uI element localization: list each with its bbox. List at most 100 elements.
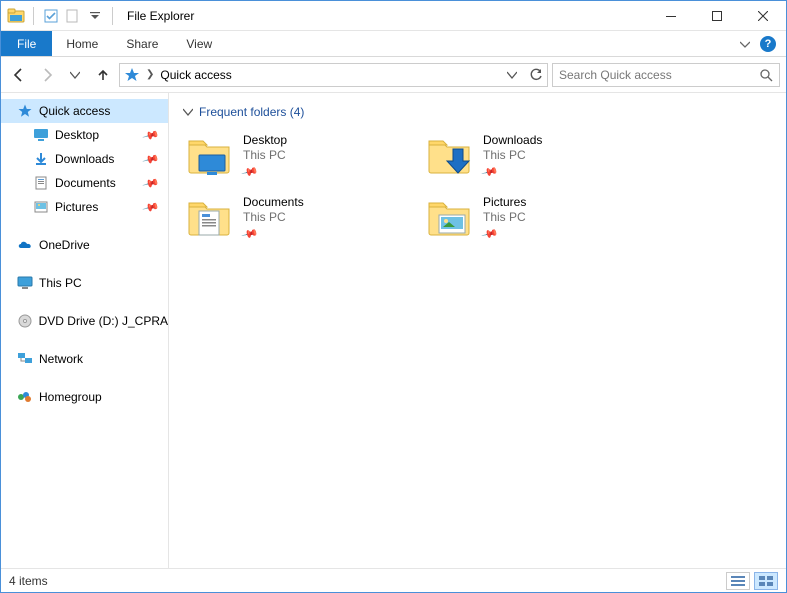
back-button[interactable] [7,63,31,87]
pictures-icon [33,199,49,215]
qat-properties-icon[interactable] [42,7,60,25]
sidebar-item-quick-access[interactable]: Quick access [1,99,168,123]
tile-name: Documents [243,195,304,209]
dvd-icon [17,313,33,329]
navigation-bar: ❯ Quick access Search Quick access [1,57,786,93]
qat-newfolder-icon[interactable] [64,7,82,25]
quick-access-star-icon [124,67,140,83]
pin-icon: 📌 [142,126,160,144]
sidebar-item-label: Downloads [55,152,114,166]
quick-access-toolbar: File Explorer [1,7,194,25]
pin-icon: 📌 [481,225,498,242]
help-icon[interactable]: ? [760,36,776,52]
folder-tile-downloads[interactable]: Downloads This PC 📌 [423,129,663,191]
sidebar-item-label: Homegroup [39,390,102,404]
file-explorer-window: File Explorer File Home Share View ? ❯ Q… [0,0,787,593]
chevron-right-icon[interactable]: ❯ [146,69,154,80]
recent-locations-button[interactable] [63,63,87,87]
star-icon [17,103,33,119]
folder-pictures-icon [425,193,473,241]
sidebar-item-label: Network [39,352,83,366]
maximize-button[interactable] [694,1,740,30]
ribbon-collapse-icon[interactable] [740,39,750,49]
network-icon [17,351,33,367]
sidebar-item-label: OneDrive [39,238,90,252]
view-large-icons-button[interactable] [754,572,778,590]
folder-tile-desktop[interactable]: Desktop This PC 📌 [183,129,423,191]
navigation-pane: Quick access Desktop 📌 Downloads 📌 Docum… [1,93,169,568]
sidebar-item-label: Pictures [55,200,98,214]
tile-sub: This PC [243,148,287,162]
folder-tile-documents[interactable]: Documents This PC 📌 [183,191,423,253]
search-icon [759,68,773,82]
pin-icon: 📌 [241,163,258,180]
group-header-label: Frequent folders (4) [199,105,304,119]
tile-name: Desktop [243,133,287,147]
tab-home[interactable]: Home [52,31,112,56]
breadcrumb-quick-access[interactable]: Quick access [160,68,231,82]
refresh-icon[interactable] [529,68,543,82]
tab-share[interactable]: Share [112,31,172,56]
sidebar-item-label: Quick access [39,104,110,118]
folder-downloads-icon [425,131,473,179]
minimize-button[interactable] [648,1,694,30]
sidebar-item-label: Documents [55,176,116,190]
folder-tile-pictures[interactable]: Pictures This PC 📌 [423,191,663,253]
tile-sub: This PC [483,210,526,224]
address-bar[interactable]: ❯ Quick access [119,63,548,87]
forward-button[interactable] [35,63,59,87]
sidebar-item-this-pc[interactable]: This PC [1,271,168,295]
titlebar: File Explorer [1,1,786,31]
desktop-icon [33,127,49,143]
homegroup-icon [17,389,33,405]
ribbon: File Home Share View ? [1,31,786,57]
up-button[interactable] [91,63,115,87]
view-details-button[interactable] [726,572,750,590]
tile-sub: This PC [243,210,304,224]
body: Quick access Desktop 📌 Downloads 📌 Docum… [1,93,786,568]
pin-icon: 📌 [142,174,160,192]
window-controls [648,1,786,30]
sidebar-item-network[interactable]: Network [1,347,168,371]
separator [33,7,34,25]
search-box[interactable]: Search Quick access [552,63,780,87]
search-placeholder: Search Quick access [559,68,672,82]
downloads-icon [33,151,49,167]
folder-desktop-icon [185,131,233,179]
pin-icon: 📌 [142,198,160,216]
sidebar-item-label: This PC [39,276,82,290]
sidebar-item-onedrive[interactable]: OneDrive [1,233,168,257]
status-bar: 4 items [1,568,786,592]
tile-sub: This PC [483,148,542,162]
close-button[interactable] [740,1,786,30]
address-dropdown-icon[interactable] [507,70,517,80]
sidebar-item-downloads[interactable]: Downloads 📌 [1,147,168,171]
sidebar-item-desktop[interactable]: Desktop 📌 [1,123,168,147]
onedrive-icon [17,237,33,253]
group-header-frequent[interactable]: Frequent folders (4) [183,103,772,129]
documents-icon [33,175,49,191]
content-pane[interactable]: Frequent folders (4) Desktop This PC 📌 [169,93,786,568]
sidebar-item-label: Desktop [55,128,99,142]
sidebar-item-label: DVD Drive (D:) J_CPRA [39,314,168,328]
chevron-down-icon [183,107,193,117]
pin-icon: 📌 [142,150,160,168]
folder-documents-icon [185,193,233,241]
pin-icon: 📌 [241,225,258,242]
sidebar-item-dvd[interactable]: DVD Drive (D:) J_CPRA [1,309,168,333]
this-pc-icon [17,275,33,291]
window-title: File Explorer [127,9,194,23]
qat-customize-icon[interactable] [86,7,104,25]
tile-name: Pictures [483,195,526,209]
tiles-container: Desktop This PC 📌 Downloads This PC 📌 [183,129,772,253]
sidebar-item-homegroup[interactable]: Homegroup [1,385,168,409]
sidebar-item-pictures[interactable]: Pictures 📌 [1,195,168,219]
pin-icon: 📌 [481,163,498,180]
tab-view[interactable]: View [172,31,226,56]
app-icon [7,7,25,25]
status-item-count: 4 items [9,574,48,588]
sidebar-item-documents[interactable]: Documents 📌 [1,171,168,195]
separator [112,7,113,25]
tile-name: Downloads [483,133,542,147]
tab-file[interactable]: File [1,31,52,56]
